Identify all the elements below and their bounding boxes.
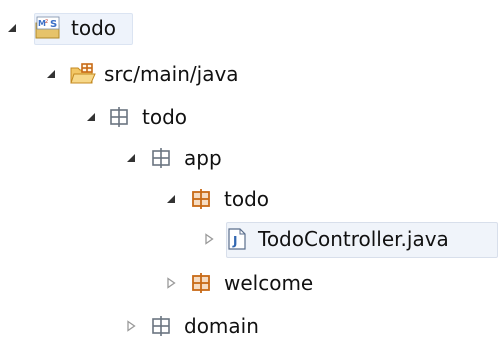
tree-item-label: app bbox=[184, 146, 222, 170]
svg-text:S: S bbox=[50, 19, 57, 30]
tree-item-label: todo bbox=[224, 187, 270, 211]
maven-project-icon: M 2 S bbox=[35, 16, 61, 40]
collapsed-arrow-icon[interactable] bbox=[124, 319, 138, 333]
tree-item-label: todo bbox=[71, 16, 117, 40]
package-icon bbox=[108, 106, 130, 128]
expanded-arrow-icon[interactable] bbox=[124, 151, 138, 165]
expanded-arrow-icon[interactable] bbox=[164, 192, 178, 206]
tree-item-label: todo bbox=[142, 105, 188, 129]
tree-item-package-todo[interactable]: todo bbox=[84, 99, 189, 135]
package-icon bbox=[150, 315, 172, 337]
tree-item-label: domain bbox=[184, 314, 259, 338]
tree-item-file-todo-controller[interactable]: J TodoController.java bbox=[202, 221, 451, 257]
tree-item-package-app[interactable]: app bbox=[124, 140, 224, 176]
package-with-content-icon bbox=[190, 188, 212, 210]
expanded-arrow-icon[interactable] bbox=[5, 21, 19, 35]
tree-item-project[interactable]: M 2 S todo bbox=[5, 10, 118, 46]
package-icon bbox=[150, 147, 172, 169]
source-folder-icon bbox=[70, 63, 96, 85]
java-file-icon: J bbox=[228, 228, 246, 250]
tree-item-package-domain[interactable]: domain bbox=[124, 308, 261, 338]
tree-item-label: TodoController.java bbox=[258, 227, 449, 251]
collapsed-arrow-icon[interactable] bbox=[202, 232, 216, 246]
svg-text:2: 2 bbox=[45, 19, 48, 25]
expanded-arrow-icon[interactable] bbox=[84, 110, 98, 124]
tree-item-source-folder[interactable]: src/main/java bbox=[44, 56, 241, 92]
expanded-arrow-icon[interactable] bbox=[44, 67, 58, 81]
collapsed-arrow-icon[interactable] bbox=[164, 276, 178, 290]
package-with-content-icon bbox=[190, 272, 212, 294]
tree-item-package-welcome[interactable]: welcome bbox=[164, 265, 315, 301]
tree-item-package-app-todo[interactable]: todo bbox=[164, 181, 271, 217]
svg-text:J: J bbox=[232, 234, 237, 248]
tree-item-label: src/main/java bbox=[104, 62, 239, 86]
tree-item-label: welcome bbox=[224, 271, 314, 295]
